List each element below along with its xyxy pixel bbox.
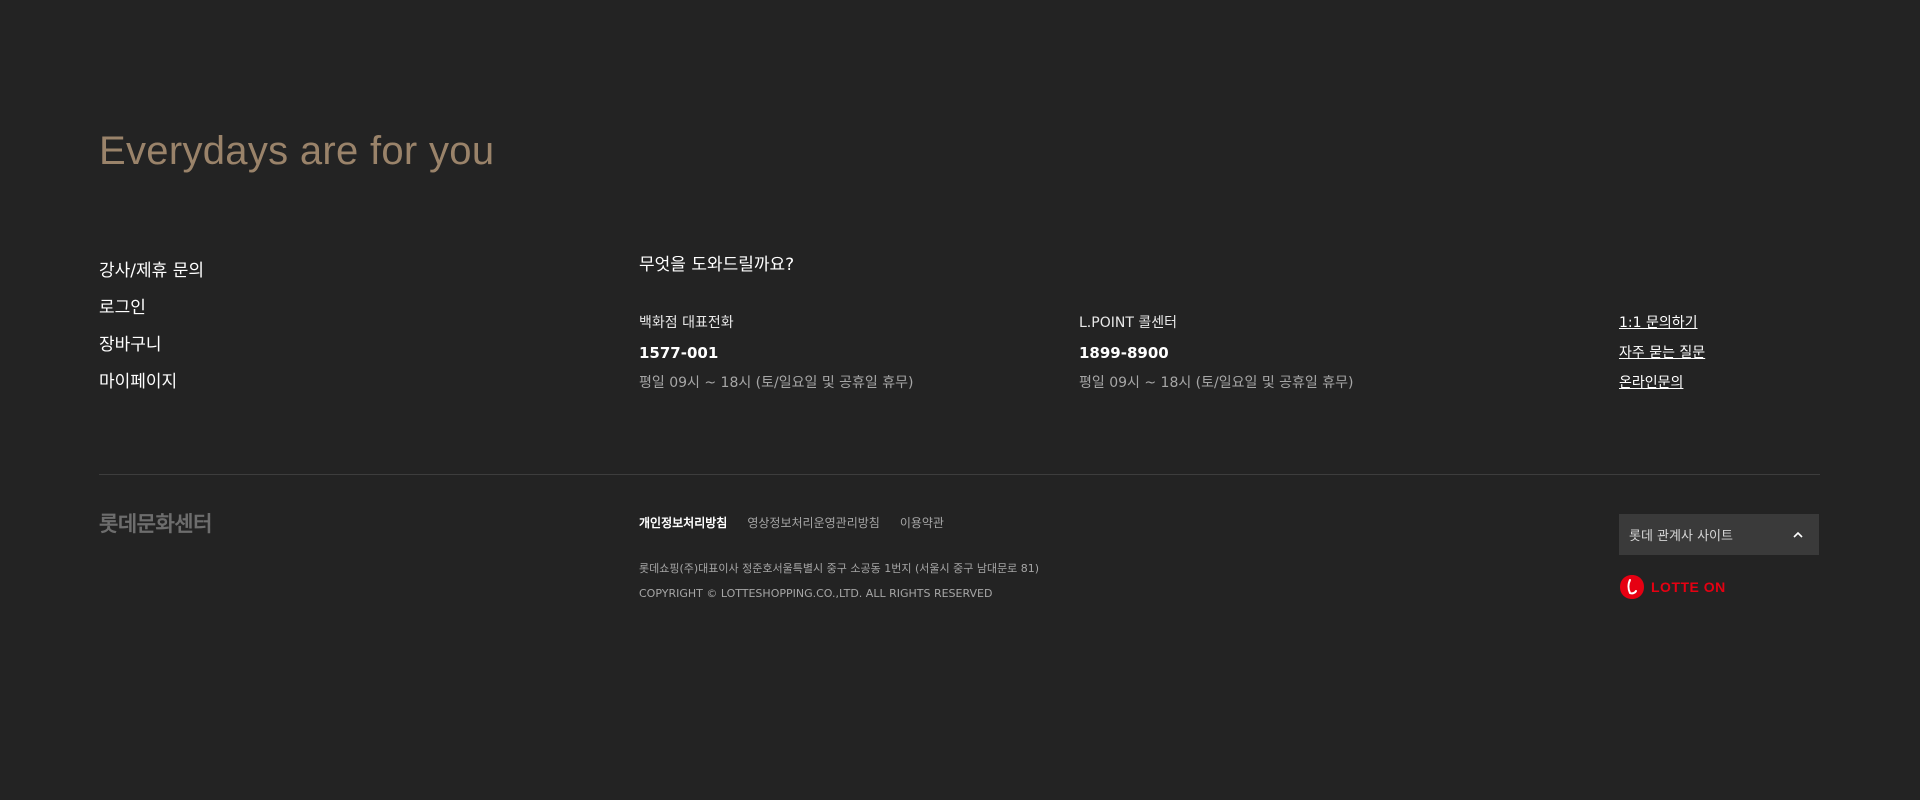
family-site-label: 롯데 관계사 사이트 [1629,529,1733,544]
quick-link-mypage[interactable]: 마이페이지 [99,364,204,401]
chevron-up-icon [1793,531,1803,538]
quick-link-login[interactable]: 로그인 [99,290,204,327]
footer-tagline: Everydays are for you [99,129,495,173]
lotteon-wordmark: LOTTE ON [1651,579,1726,595]
quick-links: 강사/제휴 문의 로그인 장바구니 마이페이지 [99,253,204,401]
one-to-one-inquiry-link[interactable]: 1:1 문의하기 [1619,315,1698,331]
lotteon-link[interactable]: LOTTE ON [1619,574,1726,600]
family-site-select[interactable]: 롯데 관계사 사이트 [1619,514,1819,555]
help-title: 무엇을 도와드릴까요? [639,255,795,275]
contact-label: L.POINT 콜센터 [1079,315,1177,331]
company-address: 롯데쇼핑(주)대표이사 정준호서울특별시 중구 소공동 1번지 (서울시 중구 … [639,562,1040,575]
contact-lpoint: L.POINT 콜센터 1899-8900 평일 09시 ~ 18시 (토/일요… [1079,313,1353,393]
faq-link[interactable]: 자주 묻는 질문 [1619,345,1705,361]
contact-hours: 평일 09시 ~ 18시 (토/일요일 및 공휴일 휴무) [639,375,914,391]
quick-link-instructor-inquiry[interactable]: 강사/제휴 문의 [99,253,204,290]
online-inquiry-link[interactable]: 온라인문의 [1619,375,1683,391]
contact-department-store: 백화점 대표전화 1577-001 평일 09시 ~ 18시 (토/일요일 및 … [639,313,913,393]
contact-label: 백화점 대표전화 [639,315,734,331]
cctv-policy-link[interactable]: 영상정보처리운영관리방침 [747,513,879,533]
quick-link-cart[interactable]: 장바구니 [99,327,204,364]
footer-divider [99,474,1820,475]
contact-phone: 1577-001 [639,344,719,362]
policy-links: 개인정보처리방침 영상정보처리운영관리방침 이용약관 [639,513,944,533]
privacy-policy-link[interactable]: 개인정보처리방침 [639,513,727,533]
terms-link[interactable]: 이용약관 [900,513,944,533]
contact-phone: 1899-8900 [1079,344,1169,362]
inquiry-links: 1:1 문의하기 자주 묻는 질문 온라인문의 [1619,313,1705,403]
lotteon-logo-icon [1620,575,1644,599]
footer-brand-logo: 롯데문화센터 [99,512,212,536]
contact-hours: 평일 09시 ~ 18시 (토/일요일 및 공휴일 휴무) [1079,375,1354,391]
copyright: COPYRIGHT © LOTTESHOPPING.CO.,LTD. ALL R… [639,587,993,600]
